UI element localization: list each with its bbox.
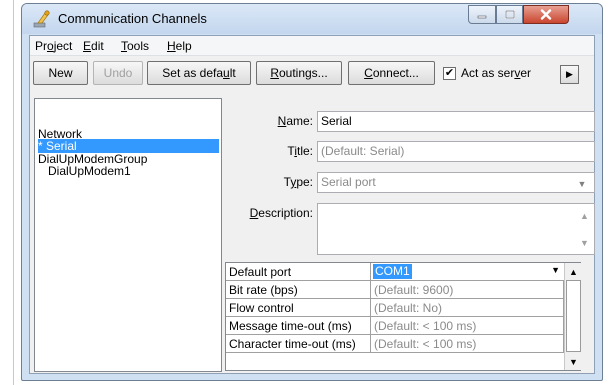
default-port-value: COM1 <box>373 264 412 279</box>
prop-name-message-timeout[interactable]: Message time-out (ms) <box>226 317 371 335</box>
menu-help[interactable]: Help <box>167 39 192 53</box>
close-button[interactable] <box>523 5 569 24</box>
routings-button[interactable]: Routings... <box>256 61 342 85</box>
tree-item-dialupmodem1[interactable]: DialUpModem1 <box>48 164 131 178</box>
name-label: Name: <box>277 114 313 128</box>
new-button[interactable]: New <box>33 61 88 85</box>
maximize-icon <box>504 10 515 19</box>
prop-value-character-timeout[interactable]: (Default: < 100 ms) <box>371 335 564 353</box>
toolbar-scroll-right-button[interactable]: ▶ <box>560 65 579 84</box>
grid-scroll-down-icon[interactable]: ▼ <box>566 354 581 369</box>
act-as-server-label[interactable]: Act as server <box>461 66 531 80</box>
prop-value-bit-rate[interactable]: (Default: 9600) <box>371 281 564 299</box>
triangle-right-icon: ▶ <box>566 69 573 79</box>
prop-name-flow-control[interactable]: Flow control <box>226 299 371 317</box>
menu-project[interactable]: Project <box>35 39 72 53</box>
set-as-default-button[interactable]: Set as defa u lt <box>147 61 251 85</box>
act-as-server-checkbox[interactable]: ✔ <box>443 67 456 80</box>
connect-button[interactable]: Connect... <box>348 61 435 85</box>
property-grid-scrollbar[interactable]: ▲ ▼ <box>564 263 581 370</box>
menu-bar: Project Edit Tools Help <box>30 36 594 56</box>
description-textarea[interactable] <box>317 203 595 255</box>
menu-tools[interactable]: Tools <box>121 39 149 53</box>
undo-button[interactable]: Undo <box>93 61 143 85</box>
app-icon <box>33 10 50 28</box>
type-dropdown-arrow-icon[interactable]: ▼ <box>573 175 591 192</box>
prop-value-default-port-select[interactable]: COM1 ▼ <box>371 263 564 281</box>
prop-value-flow-control[interactable]: (Default: No) <box>371 299 564 317</box>
grid-scroll-thumb[interactable] <box>566 280 581 352</box>
title-input[interactable]: (Default: Serial) <box>317 141 595 162</box>
prop-name-bit-rate[interactable]: Bit rate (bps) <box>226 281 371 299</box>
prop-value-message-timeout[interactable]: (Default: < 100 ms) <box>371 317 564 335</box>
minimize-button[interactable] <box>468 5 496 24</box>
tree-item-serial[interactable]: * Serial <box>38 139 219 153</box>
maximize-button[interactable] <box>496 5 523 24</box>
checkmark-icon: ✔ <box>444 67 455 79</box>
property-grid: Default port COM1 ▼ Bit rate (bps) (Defa… <box>225 262 581 371</box>
grid-scroll-up-icon[interactable]: ▲ <box>566 264 581 279</box>
description-label: Description: <box>249 206 313 220</box>
description-scroll-up-icon[interactable]: ▲ <box>577 208 592 223</box>
prop-name-character-timeout[interactable]: Character time-out (ms) <box>226 335 371 353</box>
channel-tree[interactable]: Network * Serial DialUpModemGroup DialUp… <box>34 98 222 372</box>
window-title: Communication Channels <box>58 11 207 26</box>
client-area: Project Edit Tools Help New Undo Set as … <box>29 35 595 374</box>
minimize-icon <box>477 15 487 18</box>
page-edge-line <box>13 0 14 385</box>
description-scroll-down-icon[interactable]: ▼ <box>577 235 592 250</box>
menu-edit[interactable]: Edit <box>83 39 104 53</box>
name-input[interactable]: Serial <box>317 111 595 132</box>
type-label: Type: <box>283 175 313 189</box>
communication-channels-window: Communication Channels Project Edit Tool… <box>21 3 603 381</box>
title-label: Title: <box>287 144 313 158</box>
prop-name-default-port[interactable]: Default port <box>226 263 371 281</box>
title-bar[interactable]: Communication Channels <box>22 4 602 34</box>
default-port-dropdown-icon[interactable]: ▼ <box>551 265 560 275</box>
close-icon <box>540 9 552 20</box>
type-select[interactable]: Serial port <box>317 172 595 193</box>
